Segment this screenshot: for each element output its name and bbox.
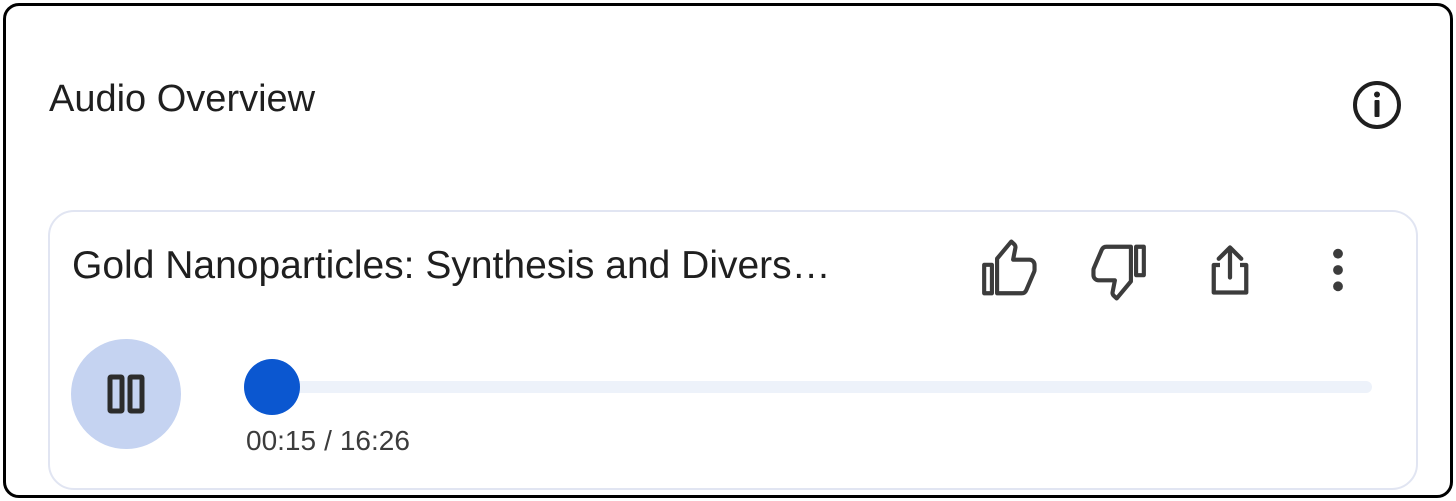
current-time: 00:15 [246,425,317,456]
dislike-button[interactable] [1086,238,1150,302]
total-duration: 16:26 [339,425,410,456]
track-title: Gold Nanoparticles: Synthesis and Divers… [72,244,831,287]
progress-track[interactable] [250,381,1372,393]
share-icon [1211,245,1249,295]
like-button[interactable] [978,238,1042,302]
info-button[interactable] [1351,79,1403,131]
progress-thumb[interactable] [244,359,300,415]
info-icon [1353,81,1401,129]
audio-overview-panel: Audio Overview Gold Nanoparticles: Synth… [3,3,1453,498]
time-separator: / [324,425,332,456]
thumbs-up-icon [982,239,1037,296]
pause-button[interactable] [71,339,181,449]
more-options-button[interactable] [1306,238,1370,302]
playback-time: 00:15/16:26 [246,424,410,458]
thumbs-down-icon [1091,244,1146,301]
panel-title: Audio Overview [49,78,316,120]
share-button[interactable] [1198,238,1262,302]
audio-player-card: Gold Nanoparticles: Synthesis and Divers… [48,210,1418,490]
pause-icon [107,374,145,414]
more-vert-icon [1333,248,1343,292]
